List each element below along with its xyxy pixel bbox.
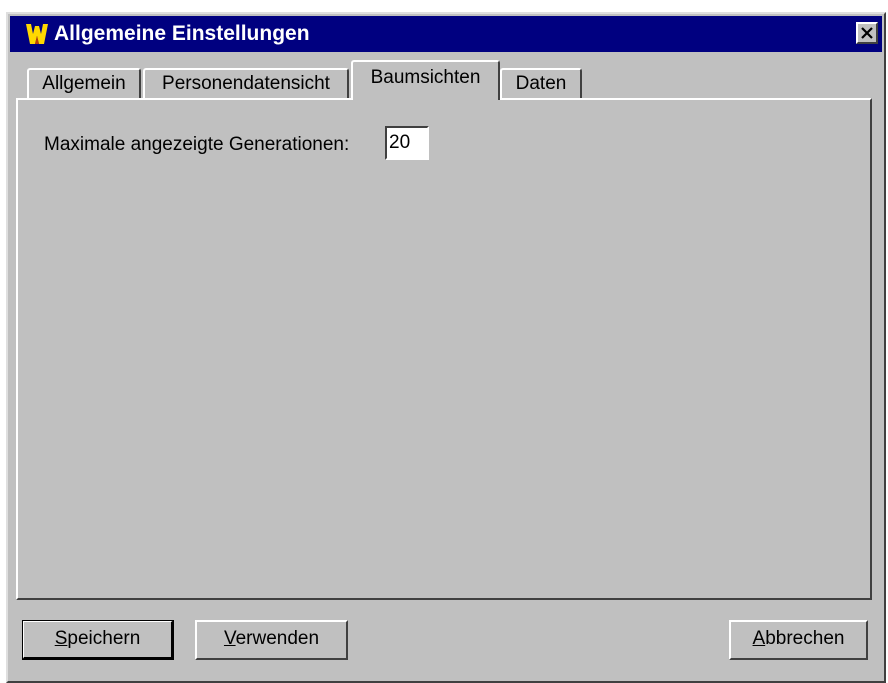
apply-label: erwenden xyxy=(235,628,320,649)
cancel-mnemonic: A xyxy=(752,628,766,649)
title-bar[interactable]: Allgemeine Einstellungen xyxy=(10,16,882,52)
tab-daten[interactable]: Daten xyxy=(500,68,582,100)
apply-button[interactable]: Verwenden xyxy=(195,620,348,660)
tab-personendatensicht[interactable]: Personendatensicht xyxy=(143,68,349,100)
cancel-button[interactable]: Abbrechen xyxy=(729,620,868,660)
cancel-label: bbrechen xyxy=(765,628,845,649)
max-generations-input[interactable] xyxy=(385,126,429,160)
w-app-icon xyxy=(26,24,48,44)
window-title: Allgemeine Einstellungen xyxy=(54,22,310,45)
close-icon xyxy=(861,27,873,39)
save-label: peichern xyxy=(67,628,141,649)
tab-allgemein[interactable]: Allgemein xyxy=(27,68,141,100)
save-mnemonic: S xyxy=(54,628,68,649)
apply-mnemonic: V xyxy=(223,628,236,649)
save-button[interactable]: Speichern xyxy=(22,620,174,660)
max-generations-label: Maximale angezeigte Generationen: xyxy=(44,134,350,155)
close-button[interactable] xyxy=(856,22,878,44)
tab-baumsichten[interactable]: Baumsichten xyxy=(351,60,500,100)
baumsichten-panel: Maximale angezeigte Generationen: xyxy=(16,98,872,600)
